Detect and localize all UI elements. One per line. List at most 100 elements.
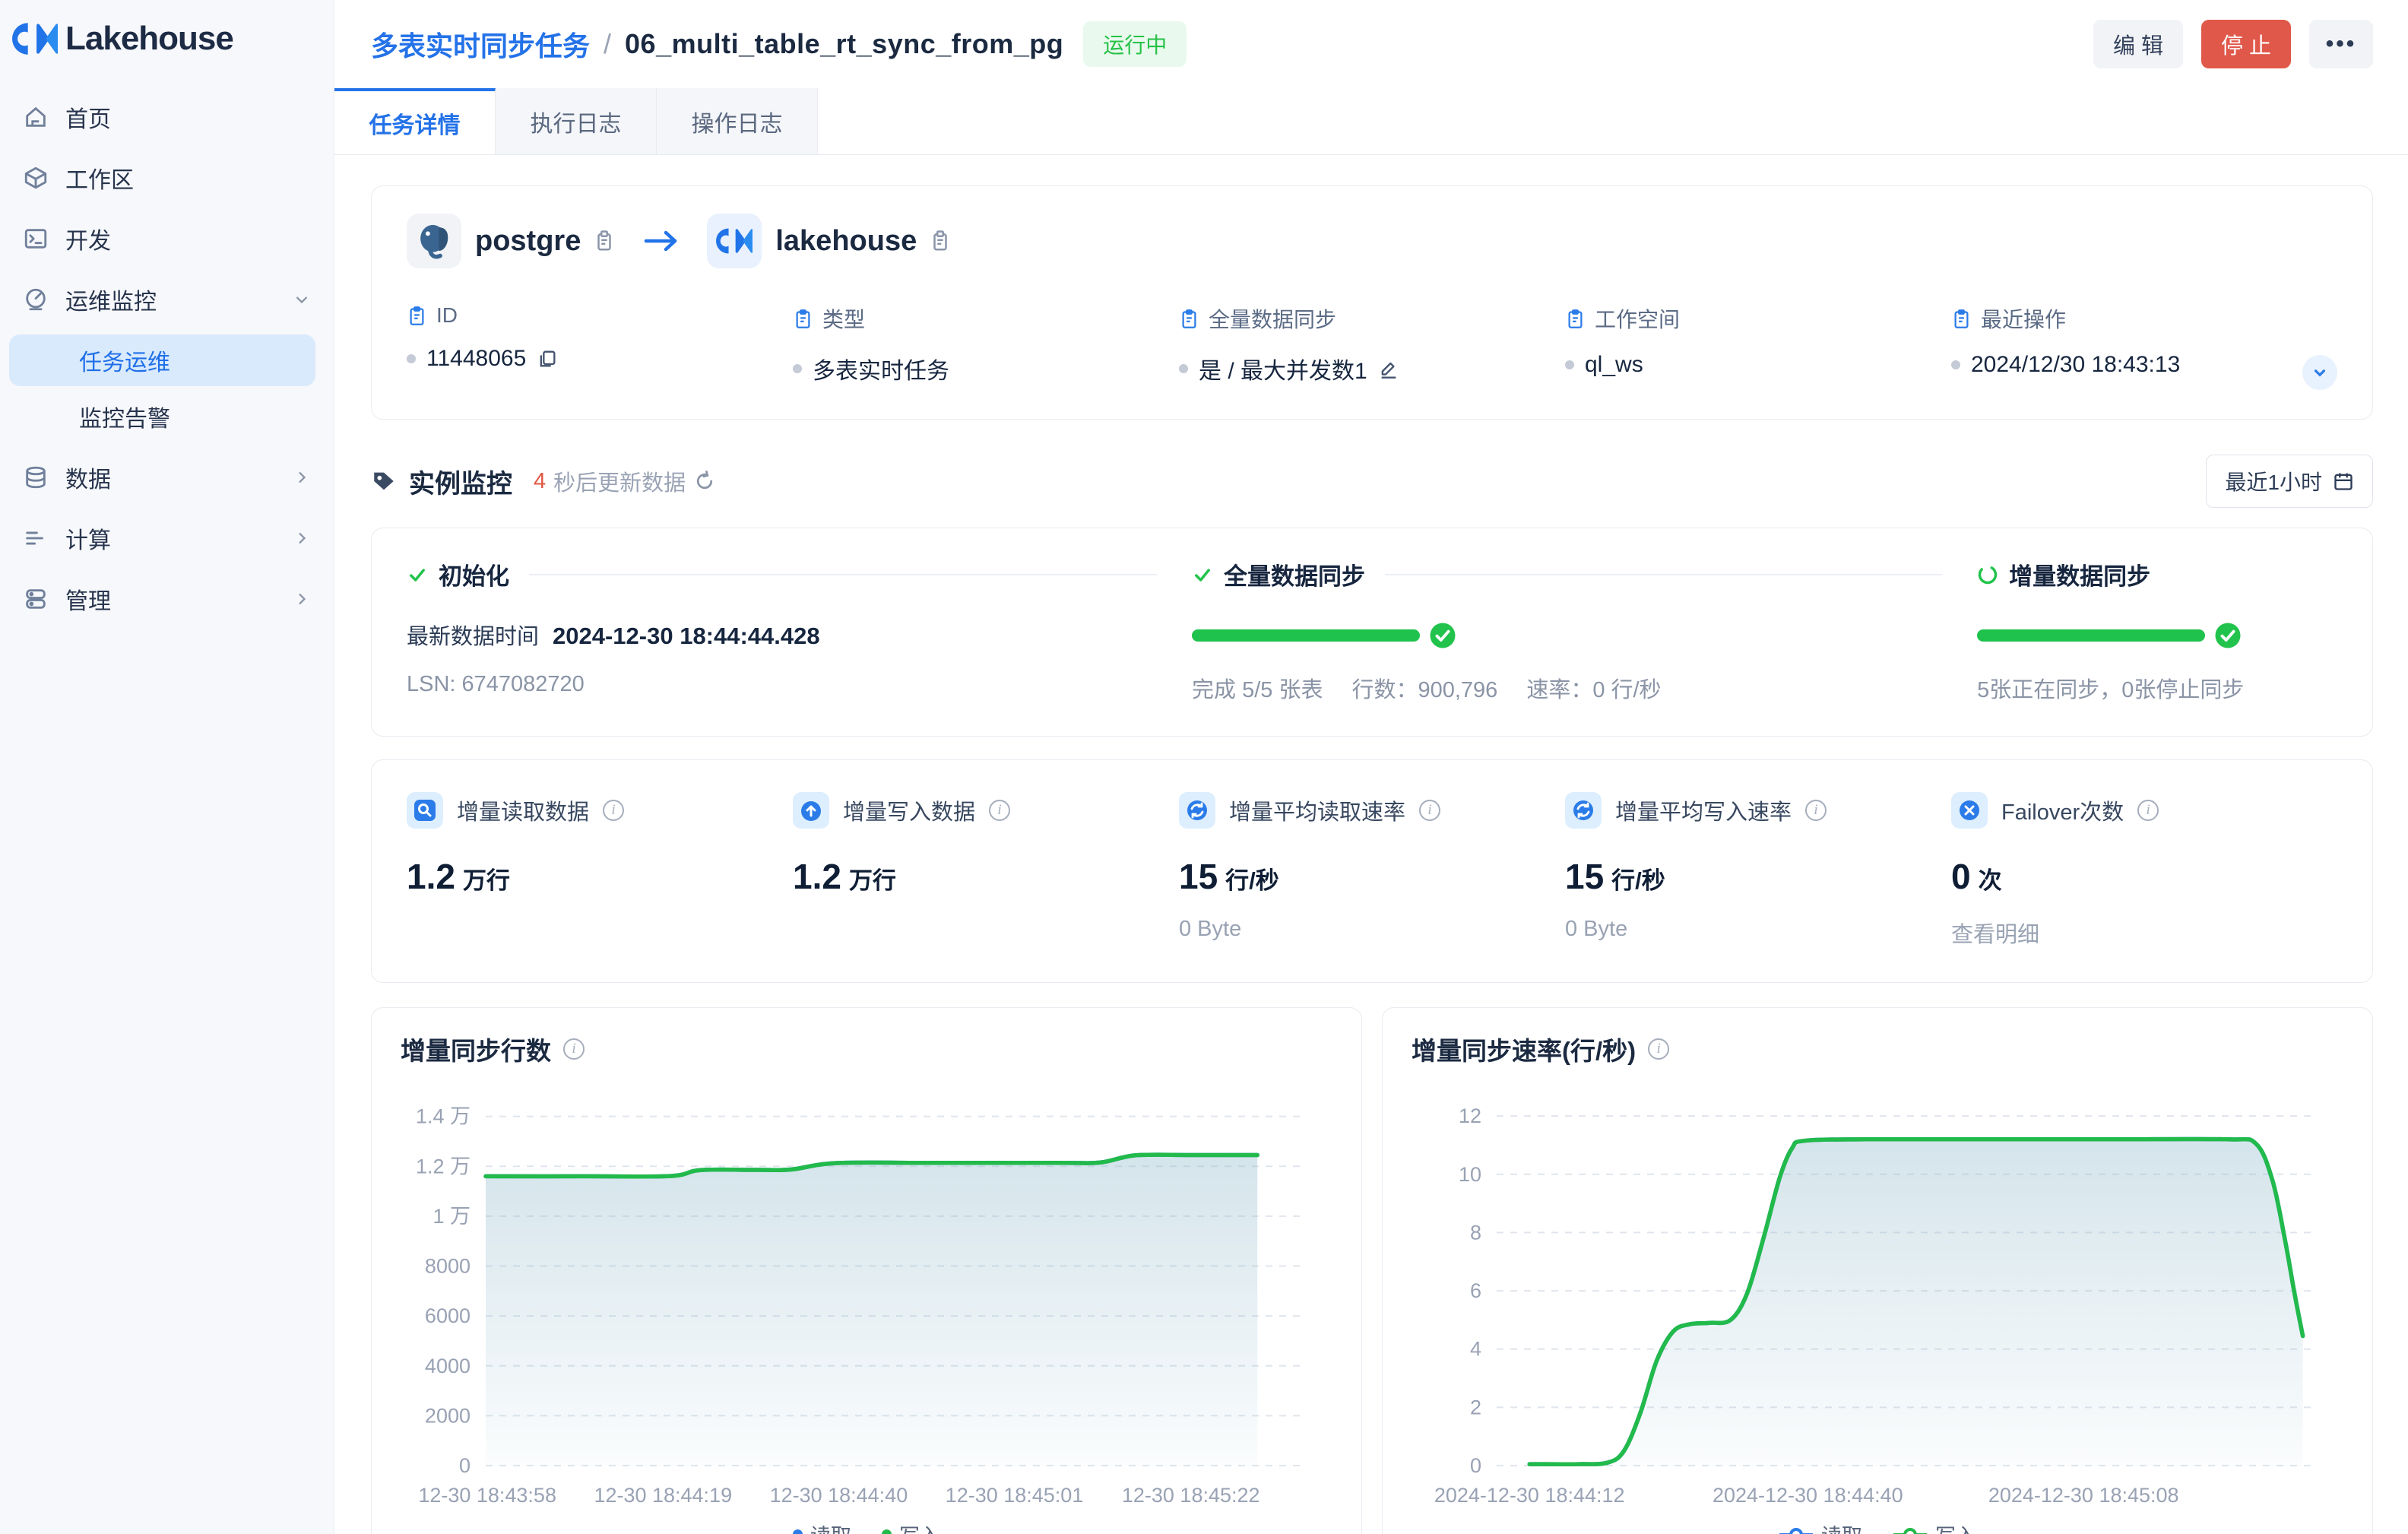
metric-avg-write-rate: 增量平均写入速率 15行/秒 0 Byte: [1565, 792, 1951, 949]
breadcrumb-separator: /: [604, 28, 611, 60]
field-label: ID: [436, 303, 458, 328]
info-icon[interactable]: [1648, 1038, 1669, 1060]
svg-text:12-30 18:43:58: 12-30 18:43:58: [418, 1484, 556, 1507]
countdown-number: 4: [534, 469, 546, 494]
chart-title: 增量同步速率(行/秒): [1412, 1031, 1636, 1067]
sidebar-item-workspace[interactable]: 工作区: [0, 147, 334, 208]
sidebar-item-label: 计算: [65, 521, 111, 555]
legend-dot: [793, 1529, 803, 1534]
latest-data-time-label: 最新数据时间: [407, 619, 539, 651]
stage-connector: [529, 574, 1157, 575]
sidebar-item-label: 运维监控: [65, 283, 157, 316]
svg-text:2024-12-30 18:45:08: 2024-12-30 18:45:08: [1988, 1484, 2179, 1507]
field-id: ID 11448065: [407, 303, 793, 385]
stage-init: 初始化 最新数据时间 2024-12-30 18:44:44.428 LSN: …: [407, 557, 1192, 704]
breadcrumb-parent-link[interactable]: 多表实时同步任务: [371, 24, 590, 64]
svg-text:8: 8: [1470, 1221, 1481, 1244]
svg-text:6000: 6000: [425, 1304, 471, 1327]
spinner-icon: [1977, 564, 1998, 585]
refresh-icon[interactable]: [693, 470, 716, 493]
check-circle-icon: [2214, 622, 2242, 649]
svg-text:12: 12: [1459, 1105, 1481, 1127]
sidebar-item-ops-monitor[interactable]: 运维监控: [0, 269, 334, 330]
tab-task-detail[interactable]: 任务详情: [334, 88, 496, 154]
field-workspace: 工作空间 ql_ws: [1565, 303, 1951, 385]
metric-unit: 次: [1979, 867, 2002, 894]
topbar-actions: 编 辑 停 止 •••: [2093, 20, 2373, 68]
sync-arrows-icon: [1179, 792, 1215, 829]
task-fields: ID 11448065 类型: [407, 303, 2337, 385]
stage-title: 全量数据同步: [1224, 557, 1365, 591]
info-icon[interactable]: [563, 1038, 585, 1060]
stop-button[interactable]: 停 止: [2201, 20, 2291, 68]
legend-item[interactable]: 读取: [793, 1520, 851, 1534]
tab-operation-log[interactable]: 操作日志: [657, 88, 818, 154]
clipboard-icon: [407, 306, 427, 326]
metric-incremental-read: 增量读取数据 1.2万行: [407, 792, 793, 949]
metric-avg-read-rate: 增量平均读取速率 15行/秒 0 Byte: [1179, 792, 1565, 949]
app-logo: Lakehouse: [0, 0, 334, 73]
cloud-upload-icon: [793, 792, 829, 829]
tab-exec-log[interactable]: 执行日志: [496, 88, 657, 154]
time-range-button[interactable]: 最近1小时: [2206, 455, 2373, 508]
svg-text:1.2 万: 1.2 万: [416, 1155, 471, 1177]
sidebar-item-home[interactable]: 首页: [0, 87, 334, 147]
check-icon: [407, 564, 428, 585]
incremental-rate-chart[interactable]: 1210864202024-12-30 18:44:122024-12-30 1…: [1412, 1067, 2342, 1513]
edit-button[interactable]: 编 辑: [2093, 20, 2183, 68]
terminal-icon: [23, 226, 49, 252]
postgresql-icon: [407, 214, 461, 268]
svg-text:12-30 18:44:19: 12-30 18:44:19: [594, 1484, 732, 1507]
view-detail-link[interactable]: 查看明细: [1951, 917, 2337, 949]
info-icon[interactable]: [989, 800, 1010, 821]
svg-text:2024-12-30 18:44:40: 2024-12-30 18:44:40: [1713, 1484, 1903, 1507]
chart-title: 增量同步行数: [401, 1031, 551, 1067]
sync-arrows-icon: [1565, 792, 1602, 829]
sidebar-item-task-ops[interactable]: 任务运维: [9, 334, 315, 386]
metric-value: 1.2: [407, 857, 455, 896]
incremental-rows-chart[interactable]: 1.4 万1.2 万1 万8000600040002000012-30 18:4…: [401, 1067, 1331, 1513]
metric-label: 增量平均写入速率: [1615, 794, 1792, 826]
sidebar-item-develop[interactable]: 开发: [0, 208, 334, 269]
field-value: 是 / 最大并发数1: [1199, 352, 1367, 385]
sidebar-item-monitor-alert[interactable]: 监控告警: [9, 391, 315, 442]
clipboard-icon: [1179, 309, 1199, 329]
svg-text:2: 2: [1470, 1396, 1481, 1418]
more-button[interactable]: •••: [2309, 20, 2373, 68]
metric-value: 1.2: [793, 857, 841, 896]
stage-title: 增量数据同步: [2009, 557, 2150, 591]
metric-label: Failover次数: [2001, 794, 2124, 826]
lakehouse-target-icon: [707, 214, 762, 268]
info-icon[interactable]: [2137, 800, 2159, 821]
sidebar-item-data[interactable]: 数据: [0, 447, 334, 508]
lsn-value: LSN: 6747082720: [407, 672, 1192, 697]
sidebar-item-manage[interactable]: 管理: [0, 569, 334, 629]
sidebar-item-compute[interactable]: 计算: [0, 508, 334, 569]
main-panel: 多表实时同步任务 / 06_multi_table_rt_sync_from_p…: [334, 0, 2408, 1534]
metric-sub: 0 Byte: [1565, 917, 1951, 943]
stage-title: 初始化: [439, 557, 509, 591]
rows-chart-card: 增量同步行数 1.4 万1.2 万1 万8000600040002000012-…: [371, 1007, 1362, 1534]
svg-text:2000: 2000: [425, 1404, 471, 1427]
sidebar-item-label: 开发: [65, 222, 111, 255]
database-icon: [23, 464, 49, 490]
expand-chevron-button[interactable]: [2302, 355, 2337, 390]
full-sync-progress-bar: [1192, 629, 1420, 642]
field-last-operation: 最近操作 2024/12/30 18:43:13: [1951, 303, 2337, 385]
legend-label: 读取: [810, 1520, 851, 1534]
info-icon[interactable]: [1805, 800, 1827, 821]
edit-pencil-icon[interactable]: [1378, 358, 1399, 379]
info-icon[interactable]: [603, 800, 624, 821]
section-title: 实例监控: [409, 463, 512, 500]
legend-item[interactable]: 读取: [1779, 1520, 1862, 1534]
target-name: lakehouse: [775, 225, 917, 258]
check-icon: [1192, 564, 1213, 585]
copy-target-icon[interactable]: [929, 230, 952, 252]
copy-source-icon[interactable]: [593, 230, 616, 252]
info-icon[interactable]: [1419, 800, 1440, 821]
svg-text:6: 6: [1470, 1279, 1481, 1302]
legend-item[interactable]: 写入: [1893, 1520, 1976, 1534]
countdown-label: 秒后更新数据: [553, 465, 686, 497]
copy-id-icon[interactable]: [537, 348, 558, 369]
legend-item[interactable]: 写入: [882, 1520, 940, 1534]
